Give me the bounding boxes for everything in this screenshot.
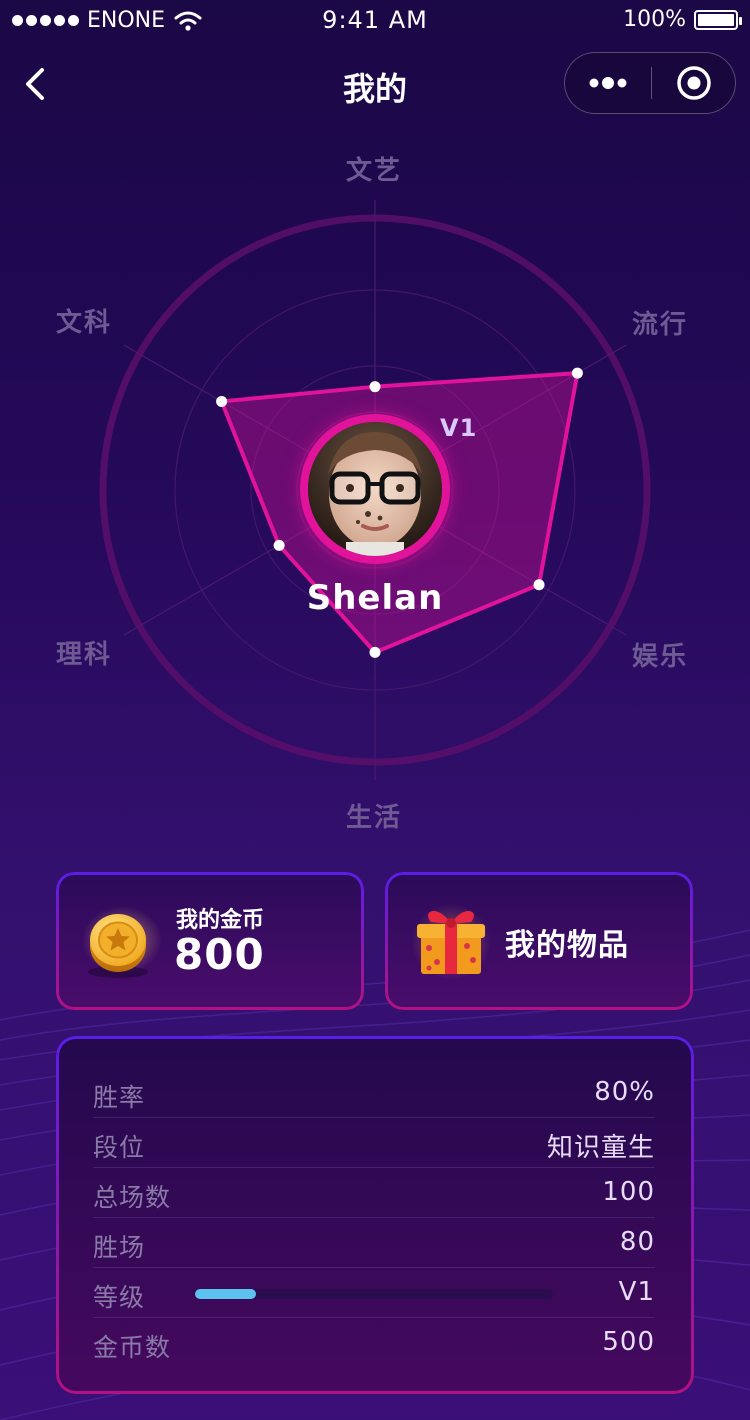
radar-axis-label-like: 理科: [56, 640, 113, 670]
stat-value: 知识童生: [546, 1133, 655, 1163]
stat-row-rank: 段位 知识童生: [93, 1118, 655, 1168]
stat-row-total-games: 总场数 100: [93, 1168, 655, 1218]
navigation-bar: 我的: [0, 50, 750, 120]
my-items-label: 我的物品: [505, 928, 629, 963]
status-battery-group: 100%: [623, 7, 742, 32]
radar-point-0: [369, 381, 381, 393]
stat-row-win-rate: 胜率 80%: [93, 1068, 655, 1118]
stat-value: 100: [602, 1177, 655, 1207]
user-name: Shelan: [306, 578, 444, 618]
more-button[interactable]: [565, 53, 651, 113]
stat-row-coins: 金币数 500: [93, 1318, 655, 1368]
stat-row-wins: 胜场 80: [93, 1218, 655, 1268]
radar-point-5: [216, 395, 228, 407]
radar-axis-label-wenyi: 文艺: [346, 156, 403, 186]
ability-radar-chart: 文艺 流行 娱乐 生活 理科 文科 V1 Shelan: [0, 120, 750, 850]
stat-value: 80: [619, 1227, 655, 1257]
close-mini-program-button[interactable]: [652, 53, 736, 113]
stat-value: 500: [602, 1327, 655, 1357]
my-coins-card[interactable]: 我的金币 800: [56, 872, 364, 1010]
target-circle-icon: [677, 66, 711, 100]
level-progress-fill: [195, 1289, 256, 1299]
more-dots-icon: [589, 77, 627, 89]
gold-coin-icon: [82, 906, 162, 978]
stat-value: V1: [618, 1277, 655, 1307]
my-items-card[interactable]: 我的物品: [385, 872, 693, 1010]
stat-label: 总场数: [93, 1183, 172, 1212]
radar-point-1: [571, 367, 583, 379]
gift-box-icon: [411, 904, 491, 980]
avatar: [308, 422, 442, 556]
stat-label: 胜场: [93, 1233, 146, 1262]
battery-icon: [694, 9, 742, 30]
battery-percent: 100%: [623, 7, 686, 32]
stat-label: 金币数: [93, 1333, 172, 1362]
avatar-ring[interactable]: [300, 414, 450, 564]
radar-axis-label-yule: 娱乐: [632, 642, 689, 672]
radar-axis-label-liuxing: 流行: [632, 310, 689, 340]
radar-point-4: [273, 539, 285, 551]
stat-row-level: 等级 V1: [93, 1268, 655, 1318]
status-bar: ENONE 9:41 AM 100%: [0, 0, 750, 40]
stat-label: 段位: [93, 1133, 146, 1162]
avatar-portrait: [308, 422, 442, 556]
stats-panel: 胜率 80% 段位 知识童生 总场数 100 胜场 80 等级 V1 金币数 5…: [56, 1036, 694, 1394]
stat-value: 80%: [594, 1077, 655, 1107]
radar-axis-label-shenghuo: 生活: [346, 803, 403, 833]
level-tag: V1: [440, 414, 478, 442]
mini-program-capsule: [564, 52, 736, 114]
radar-axis-label-wenke: 文科: [56, 308, 113, 338]
level-progress-bar: [195, 1289, 553, 1299]
stat-label: 胜率: [93, 1083, 146, 1112]
stat-label: 等级: [93, 1283, 146, 1312]
radar-point-3: [369, 646, 381, 658]
my-coins-value: 800: [174, 930, 265, 979]
